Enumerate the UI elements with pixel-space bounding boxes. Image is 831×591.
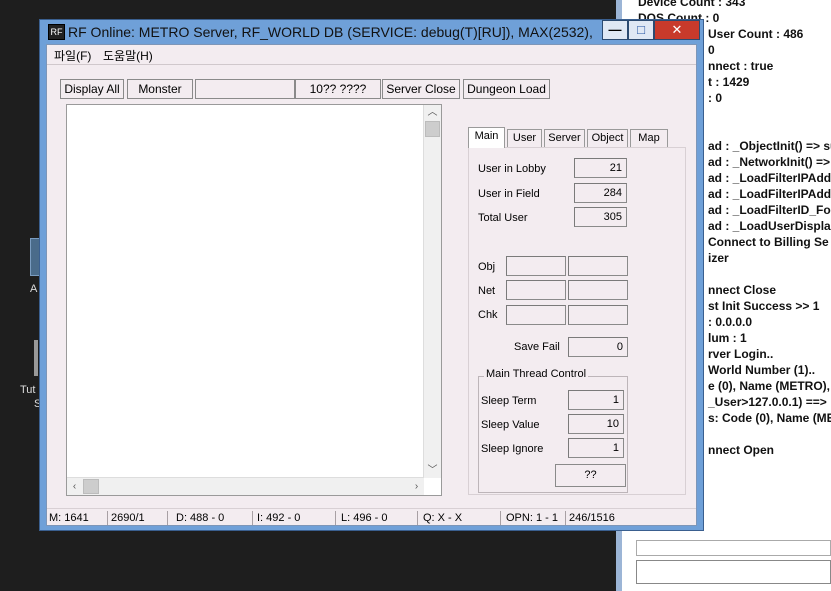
console-status-box [636,540,831,556]
display-all-button[interactable]: Display All [60,79,124,99]
status-ratio: 2690/1 [111,512,145,524]
vertical-scrollbar[interactable]: ︿ ﹀ [423,105,441,478]
desktop-icon-label: A [30,283,38,295]
total-user-value: 305 [574,207,627,227]
app-icon: RF [48,24,65,40]
chk-field-2 [568,305,628,325]
status-d: D: 488 - 0 [176,512,225,524]
dungeon-load-button[interactable]: Dungeon Load [463,79,550,99]
status-m: M: 1641 [49,512,89,524]
obj-field-2 [568,256,628,276]
desktop-icon[interactable] [34,340,38,376]
sleep-term-input[interactable]: 1 [568,390,624,410]
window-title: RF Online: METRO Server, RF_WORLD DB (SE… [68,24,593,40]
tab-user[interactable]: User [507,129,542,147]
net-field-1 [506,280,566,300]
sleep-value-label: Sleep Value [481,419,540,431]
title-bar[interactable]: RF RF Online: METRO Server, RF_WORLD DB … [40,20,703,44]
scroll-up-icon[interactable]: ︿ [425,105,440,120]
tab-main[interactable]: Main [468,127,505,148]
obj-label: Obj [478,261,496,273]
menu-help[interactable]: 도움말(H) [103,47,153,64]
menu-separator [47,64,696,65]
user-in-lobby-value: 21 [574,158,627,178]
user-in-field-value: 284 [574,183,627,203]
window-client: 파일(F) 도움말(H) Display All Monster 10?? ??… [46,44,697,526]
sleep-term-label: Sleep Term [481,395,537,407]
user-in-field-label: User in Field [478,188,540,200]
sleep-value-input[interactable]: 10 [568,414,624,434]
horizontal-scrollbar[interactable]: ‹ › [67,477,424,495]
maximize-button[interactable]: □ [628,20,654,40]
menu-file[interactable]: 파일(F) [54,47,91,64]
net-label: Net [478,285,496,297]
chk-field-1 [506,305,566,325]
scroll-down-icon[interactable]: ﹀ [425,463,440,478]
status-q: Q: X - X [423,512,463,524]
tab-server[interactable]: Server [544,129,585,147]
save-fail-label: Save Fail [514,341,560,353]
total-user-label: Total User [478,212,528,224]
tab-map[interactable]: Map [630,129,668,147]
unknown-button[interactable]: 10?? ???? [295,79,381,99]
console-line: Device Count : 343 [638,0,746,9]
status-opn: OPN: 1 - 1 [506,512,558,524]
obj-field-1 [506,256,566,276]
server-close-button[interactable]: Server Close [382,79,460,99]
desktop-icon-label: Tut [20,384,36,396]
status-l: L: 496 - 0 [341,512,388,524]
main-thread-control-title: Main Thread Control [484,368,589,380]
apply-thread-settings-button[interactable]: ?? [555,464,626,487]
scroll-right-icon[interactable]: › [409,479,424,494]
menu-bar: 파일(F) 도움말(H) [47,45,696,63]
console-input-box[interactable] [636,560,831,584]
scroll-left-icon[interactable]: ‹ [67,479,82,494]
scroll-thumb[interactable] [83,479,99,494]
tab-object[interactable]: Object [587,129,628,147]
minimize-button[interactable]: — [602,20,628,40]
scroll-thumb[interactable] [425,121,440,137]
status-i: I: 492 - 0 [257,512,301,524]
net-field-2 [568,280,628,300]
main-window: RF RF Online: METRO Server, RF_WORLD DB … [39,19,704,531]
chk-label: Chk [478,309,498,321]
log-list[interactable]: ︿ ﹀ ‹ › [66,104,442,496]
close-button[interactable]: ✕ [654,20,700,40]
status-bar: M: 1641 2690/1 D: 488 - 0 I: 492 - 0 L: … [47,508,696,527]
monster-button[interactable]: Monster [127,79,193,99]
user-in-lobby-label: User in Lobby [478,163,546,175]
sleep-ignore-label: Sleep Ignore [481,443,544,455]
blank-button[interactable] [195,79,295,99]
status-count: 246/1516 [569,512,615,524]
sleep-ignore-input[interactable]: 1 [568,438,624,458]
save-fail-value: 0 [568,337,628,357]
